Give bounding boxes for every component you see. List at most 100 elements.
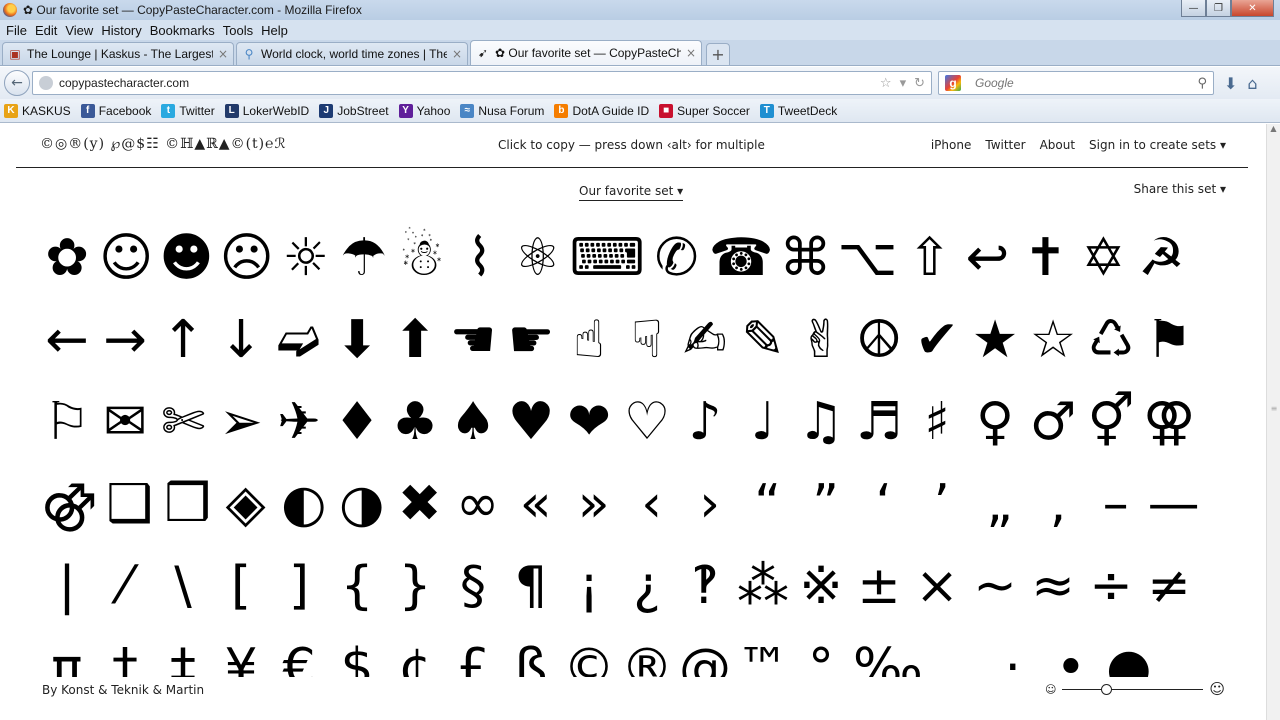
character-tile[interactable]: ☆ (1024, 299, 1082, 381)
character-tile[interactable]: ◐ (275, 463, 333, 545)
character-tile[interactable]: ’ (913, 463, 971, 545)
character-tile[interactable]: ¿ (618, 545, 676, 627)
size-slider[interactable]: ☺ ☺ (1045, 679, 1225, 699)
character-tile[interactable]: ※ (792, 545, 850, 627)
character-tile[interactable]: ☻ (156, 217, 216, 299)
character-tile[interactable]: ♯ (908, 381, 966, 463)
character-tile[interactable]: … (926, 627, 984, 677)
character-tile[interactable]: ♣ (386, 381, 444, 463)
character-tile[interactable]: ← (38, 299, 96, 381)
character-tile[interactable]: ☝ (560, 299, 618, 381)
character-tile[interactable]: ⚛ (509, 217, 567, 299)
character-tile[interactable]: ✄ (154, 381, 212, 463)
bookmark-item[interactable]: ■ Super Soccer (659, 103, 750, 118)
character-tile[interactable]: → (96, 299, 154, 381)
back-button[interactable]: ← (4, 70, 30, 96)
character-tile[interactable]: ✖ (391, 463, 449, 545)
vertical-scrollbar[interactable]: ▲ ≡ (1266, 124, 1280, 720)
character-tile[interactable]: ⌘ (777, 217, 835, 299)
character-tile[interactable]: ♺ (1082, 299, 1140, 381)
bookmark-item[interactable]: ≈ Nusa Forum (460, 103, 544, 118)
character-tile[interactable]: ♦ (328, 381, 386, 463)
search-bar[interactable]: g Google ⚲ (938, 71, 1214, 95)
character-tile[interactable]: » (565, 463, 623, 545)
home-icon[interactable]: ⌂ (1247, 74, 1257, 93)
search-icon[interactable]: ⚲ (1197, 76, 1207, 91)
menu-tools[interactable]: Tools (223, 23, 253, 38)
character-tile[interactable]: „ (971, 463, 1029, 545)
character-tile[interactable]: • (1042, 627, 1100, 677)
character-tile[interactable]: ☼ (277, 217, 335, 299)
character-tile[interactable]: ● (1100, 627, 1158, 677)
character-tile[interactable]: ÷ (1082, 545, 1140, 627)
character-tile[interactable]: ‹ (623, 463, 681, 545)
character-tile[interactable]: “ (739, 463, 797, 545)
history-dropdown-icon[interactable]: ▾ (900, 76, 907, 91)
nav-iphone-link[interactable]: iPhone (931, 138, 972, 152)
character-tile[interactable]: ◈ (217, 463, 275, 545)
character-tile[interactable]: ☭ (1132, 217, 1190, 299)
character-tile[interactable]: $ (328, 627, 386, 677)
character-tile[interactable]: ☚ (444, 299, 502, 381)
character-tile[interactable]: ‡ (154, 627, 212, 677)
scroll-up-arrow-icon[interactable]: ▲ (1267, 124, 1280, 138)
site-identity-icon[interactable] (39, 76, 53, 90)
character-tile[interactable]: ↓ (212, 299, 270, 381)
set-selector-dropdown[interactable]: Our favorite set ▾ (579, 184, 684, 201)
character-tile[interactable]: ≠ (1140, 545, 1198, 627)
character-tile[interactable]: ✔ (908, 299, 966, 381)
slider-track[interactable] (1062, 683, 1204, 695)
character-tile[interactable]: ✌ (792, 299, 850, 381)
character-tile[interactable]: ® (618, 627, 676, 677)
character-tile[interactable]: ¶ (502, 545, 560, 627)
downloads-icon[interactable]: ⬇ (1224, 74, 1237, 93)
character-tile[interactable]: ✈ (270, 381, 328, 463)
menu-bookmarks[interactable]: Bookmarks (150, 23, 215, 38)
character-tile[interactable]: ☟ (618, 299, 676, 381)
character-tile[interactable]: ⁂ (734, 545, 792, 627)
new-tab-button[interactable]: + (706, 43, 730, 65)
character-tile[interactable]: › (681, 463, 739, 545)
character-tile[interactable]: @ (676, 627, 734, 677)
url-bar[interactable]: copypastecharacter.com ☆ ▾ ↻ (32, 71, 932, 95)
bookmark-item[interactable]: b DotA Guide ID (554, 103, 649, 118)
character-tile[interactable]: ¢ (386, 627, 444, 677)
character-tile[interactable]: ” (797, 463, 855, 545)
character-tile[interactable]: £ (444, 627, 502, 677)
character-tile[interactable]: ⌨ (567, 217, 648, 299)
bookmark-star-icon[interactable]: ☆ (880, 76, 892, 91)
character-tile[interactable]: ✿ (38, 217, 96, 299)
character-tile[interactable]: | (38, 545, 96, 627)
character-tile[interactable]: ♪ (676, 381, 734, 463)
bookmark-item[interactable]: T TweetDeck (759, 103, 837, 118)
character-tile[interactable]: \ (154, 545, 212, 627)
character-tile[interactable]: ⚥ (1082, 381, 1140, 463)
menu-view[interactable]: View (65, 23, 93, 38)
tab-kaskus[interactable]: ▣ The Lounge | Kaskus - The Largest In..… (2, 42, 234, 65)
character-tile[interactable]: ✝ (1016, 217, 1074, 299)
menu-help[interactable]: Help (261, 23, 288, 38)
character-tile[interactable]: ‰ (850, 627, 926, 677)
character-tile[interactable]: } (386, 545, 444, 627)
character-tile[interactable]: · (984, 627, 1042, 677)
character-tile[interactable]: ⚢ (1140, 381, 1198, 463)
bookmark-item[interactable]: Y Yahoo (398, 103, 450, 118)
character-tile[interactable]: € (270, 627, 328, 677)
character-tile[interactable]: ✉ (96, 381, 154, 463)
character-tile[interactable]: ♡ (618, 381, 676, 463)
character-tile[interactable]: ✡ (1074, 217, 1132, 299)
character-tile[interactable]: ❒ (159, 463, 217, 545)
character-tile[interactable]: ☎ (706, 217, 777, 299)
character-tile[interactable]: ≈ (1024, 545, 1082, 627)
character-tile[interactable]: — (1145, 463, 1203, 545)
character-tile[interactable]: ° (792, 627, 850, 677)
character-tile[interactable]: ☺ (96, 217, 156, 299)
tab-world-clock[interactable]: ⚲ World clock, world time zones | The T.… (236, 42, 468, 65)
character-tile[interactable]: ❤ (560, 381, 618, 463)
character-tile[interactable]: ‚ (1029, 463, 1087, 545)
character-tile[interactable]: ‽ (676, 545, 734, 627)
character-tile[interactable]: ◑ (333, 463, 391, 545)
character-tile[interactable]: ™ (734, 627, 792, 677)
character-tile[interactable]: ⌥ (835, 217, 901, 299)
character-tile[interactable]: ⁄ (96, 545, 154, 627)
